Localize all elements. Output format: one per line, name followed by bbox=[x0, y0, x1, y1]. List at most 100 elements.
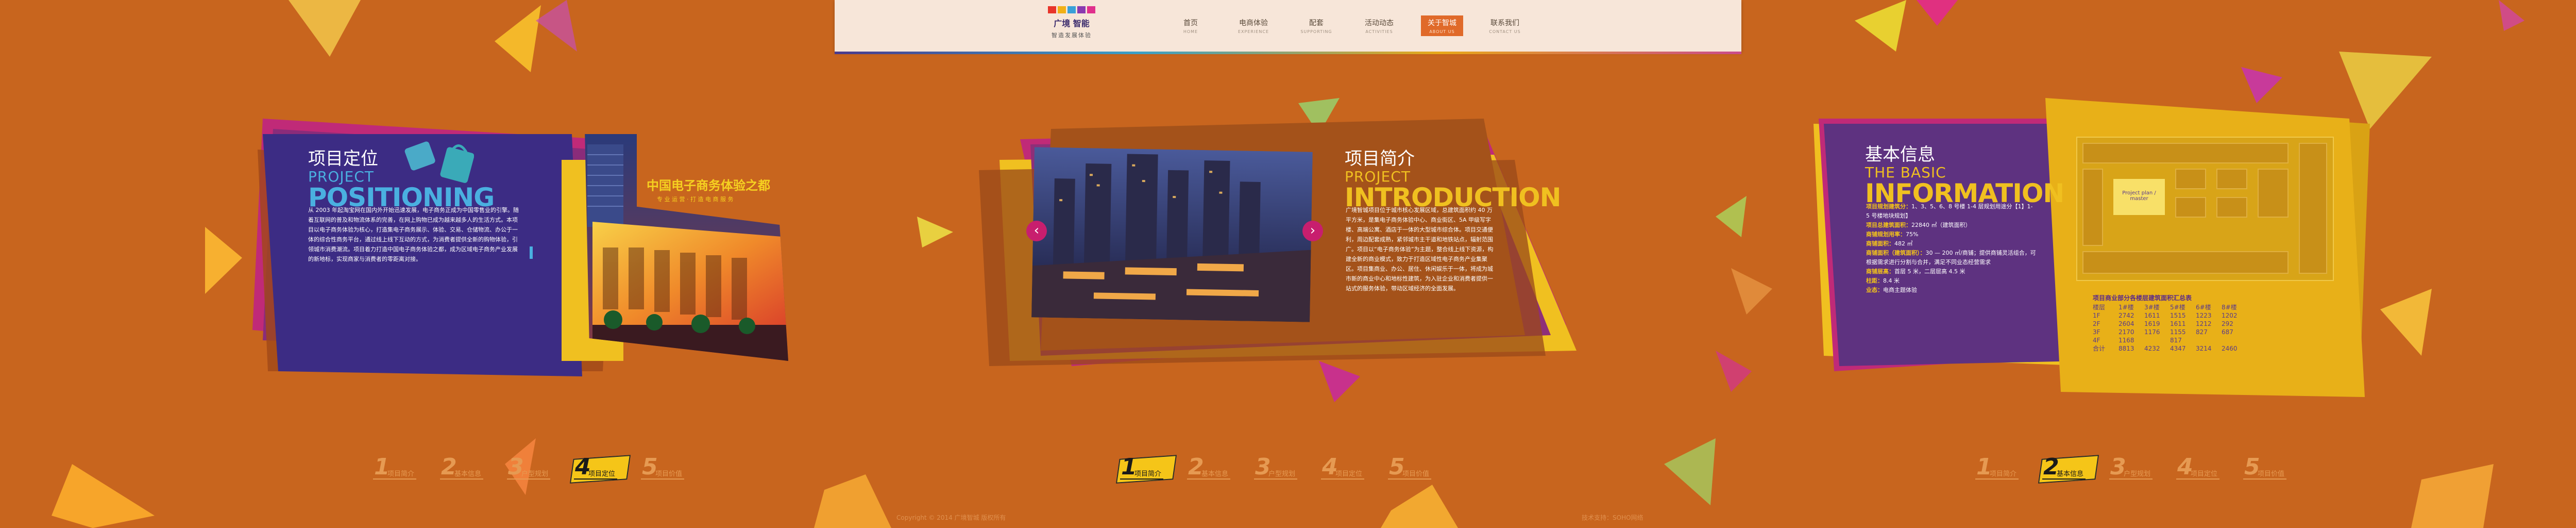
nav-item-label: 关于智城 bbox=[1428, 19, 1456, 27]
info-key: 柱距： bbox=[1866, 277, 1883, 284]
pager-label: 户型规划 bbox=[521, 470, 549, 478]
nav-item-contact[interactable]: 联系我们 CONTACT US bbox=[1484, 15, 1526, 36]
info-key: 业态： bbox=[1866, 287, 1883, 293]
pager-underline bbox=[641, 478, 684, 480]
pager-item-3[interactable]: 3 户型规划 bbox=[1252, 454, 1306, 487]
table-cell: 1202 bbox=[2222, 312, 2238, 319]
pager-label: 项目价值 bbox=[655, 470, 683, 478]
pager-item-5[interactable]: 5 项目价值 bbox=[2241, 454, 2295, 487]
info-key: 商铺层高： bbox=[1866, 268, 1894, 275]
pager-label: 户型规划 bbox=[1268, 470, 1296, 478]
pager-item-1[interactable]: 1 项目简介 bbox=[1973, 454, 2027, 487]
nav-item-label: 活动动态 bbox=[1365, 19, 1394, 27]
info-row: 项目规划建筑分：1、3、5、6、8 号楼 1-4 层规划用途分【1】1-5 号楼… bbox=[1866, 202, 2036, 221]
nav-item-activities[interactable]: 活动动态 ACTIVITIES bbox=[1358, 15, 1400, 36]
table-cell: 292 bbox=[2222, 320, 2233, 327]
pager-item-5[interactable]: 5 项目价值 bbox=[639, 454, 692, 487]
info-row: 商铺规划用率：75% bbox=[1866, 230, 2036, 239]
pager-item-1[interactable]: 1 项目简介 bbox=[1115, 454, 1177, 487]
plan-caption: Project plan / master bbox=[2122, 190, 2156, 202]
prev-slide-button[interactable]: ‹ bbox=[1026, 221, 1047, 241]
pager-underline bbox=[1187, 478, 1230, 480]
info-value: 8.4 米 bbox=[1883, 277, 1900, 284]
pager-item-2[interactable]: 2 基本信息 bbox=[2038, 454, 2099, 487]
slogan-subtext: 专 业 运 营 · 打 造 电 商 服 务 bbox=[657, 196, 734, 203]
table-cell: 2460 bbox=[2222, 345, 2238, 352]
footer-credit: 技术支持：SOHO网络 bbox=[1582, 514, 1643, 521]
nav-item-label: 配套 bbox=[1309, 19, 1324, 27]
table-cell: 1611 bbox=[2170, 320, 2186, 327]
plan-block bbox=[2082, 169, 2103, 246]
nav-item-sublabel: HOME bbox=[1183, 29, 1198, 34]
pager-underline bbox=[1388, 478, 1431, 480]
nav-item-sublabel: EXPERIENCE bbox=[1238, 29, 1269, 34]
plan-block bbox=[2258, 169, 2289, 218]
table-cell: 2F bbox=[2093, 320, 2100, 327]
slogan-text: 中国电子商务体验之都 bbox=[647, 178, 770, 193]
info-row: 业态：电商主题体验 bbox=[1866, 286, 2036, 295]
introduction-title: 项目简介 PROJECT INTRODUCTION bbox=[1345, 144, 1561, 211]
pager-item-1[interactable]: 1 项目简介 bbox=[371, 454, 425, 487]
pager-introduction: 1 项目简介 2 基本信息 3 户型规划 4 项目定位 5 项目价值 bbox=[1115, 454, 1439, 487]
logo-subtitle: 智造发展体验 bbox=[1052, 32, 1092, 39]
table-row: 4F 1168 817 bbox=[2093, 336, 2247, 344]
table-row: 合计 8813 4232 4347 3214 2460 bbox=[2093, 344, 2247, 353]
plan-caption-box: Project plan / master bbox=[2113, 179, 2165, 215]
city-aerial-illustration bbox=[1031, 147, 1313, 322]
table-cell: 4F bbox=[2093, 337, 2100, 344]
table-cell: 8813 bbox=[2119, 345, 2134, 352]
table-cell: 4232 bbox=[2144, 345, 2160, 352]
pager-label: 户型规划 bbox=[2124, 470, 2151, 478]
pager-underline bbox=[373, 478, 416, 480]
table-header-cell: 楼层 bbox=[2093, 304, 2106, 311]
table-cell: 1223 bbox=[2196, 312, 2212, 319]
info-value: 75% bbox=[1906, 231, 1919, 238]
nav-color-stripe bbox=[835, 52, 1741, 54]
introduction-photo bbox=[1031, 147, 1313, 322]
table-row: 1F 2742 1611 1515 1223 1202 bbox=[2093, 311, 2247, 320]
table-cell: 1176 bbox=[2144, 328, 2160, 336]
plan-block bbox=[2175, 197, 2206, 218]
pager-label: 项目简介 bbox=[1134, 470, 1162, 478]
pager-label: 基本信息 bbox=[2057, 470, 2084, 478]
plan-block bbox=[2299, 143, 2327, 274]
table-header-cell: 1#楼 bbox=[2119, 304, 2134, 311]
logo-title: 广境 智能 bbox=[1054, 19, 1090, 28]
main-menu: 首页 HOME 电商体验 EXPERIENCE 配套 SUPPORTING 活动动态 A… bbox=[1170, 15, 1526, 36]
pager-item-2[interactable]: 2 基本信息 bbox=[438, 454, 492, 487]
pager-underline bbox=[1321, 478, 1364, 480]
pager-item-4[interactable]: 4 项目定位 bbox=[569, 454, 631, 487]
pager-item-4[interactable]: 4 项目定位 bbox=[1319, 454, 1372, 487]
pager-item-3[interactable]: 3 户型规划 bbox=[505, 454, 558, 487]
table-cell: 827 bbox=[2196, 328, 2208, 336]
nav-item-experience[interactable]: 电商体验 EXPERIENCE bbox=[1232, 15, 1275, 36]
pager-underline bbox=[2176, 478, 2219, 480]
table-title: 项目商业部分各楼层建筑面积汇总表 bbox=[2093, 294, 2192, 302]
info-key: 商铺规划用率： bbox=[1866, 231, 1906, 238]
pager-item-4[interactable]: 4 项目定位 bbox=[2174, 454, 2228, 487]
nav-item-about[interactable]: 关于智城 ABOUT US bbox=[1421, 15, 1463, 36]
pager-item-2[interactable]: 2 基本信息 bbox=[1185, 454, 1239, 487]
plan-block bbox=[2082, 251, 2289, 274]
site-logo[interactable]: 广境 智能 智造发展体验 bbox=[1043, 6, 1100, 39]
nav-item-label: 电商体验 bbox=[1239, 19, 1268, 27]
introduction-title-en1: PROJECT bbox=[1345, 168, 1411, 185]
nav-item-sublabel: SUPPORTING bbox=[1300, 29, 1332, 34]
table-header-cell: 3#楼 bbox=[2144, 304, 2160, 311]
pager-label: 项目定位 bbox=[1335, 470, 1363, 478]
nav-item-home[interactable]: 首页 HOME bbox=[1170, 15, 1212, 36]
pager-label: 项目简介 bbox=[387, 470, 415, 478]
positioning-body: 从 2003 年起淘宝网在国内外开始迅速发展，电子商务正成为中国零售业的引擎。随… bbox=[308, 207, 519, 262]
table-cell: 1611 bbox=[2144, 312, 2160, 319]
info-value: 482 ㎡ bbox=[1894, 240, 1913, 247]
info-row: 柱距：8.4 米 bbox=[1866, 276, 2036, 286]
next-slide-button[interactable]: › bbox=[1302, 221, 1323, 241]
table-cell: 2604 bbox=[2119, 320, 2134, 327]
info-key: 项目总建筑面积： bbox=[1866, 222, 1911, 228]
pager-underline bbox=[2042, 478, 2086, 480]
pager-item-3[interactable]: 3 户型规划 bbox=[2107, 454, 2161, 487]
positioning-scroll-handle[interactable] bbox=[530, 246, 533, 259]
table-cell: 合计 bbox=[2093, 345, 2106, 352]
nav-item-supporting[interactable]: 配套 SUPPORTING bbox=[1295, 15, 1337, 36]
pager-item-5[interactable]: 5 项目价值 bbox=[1386, 454, 1439, 487]
